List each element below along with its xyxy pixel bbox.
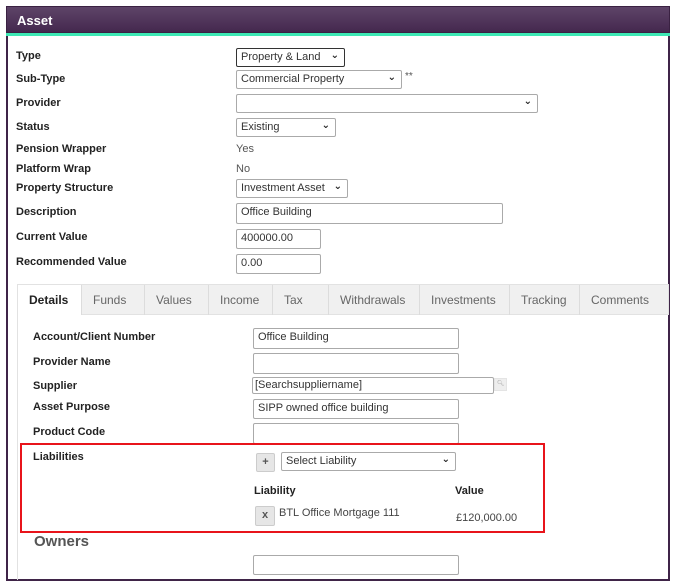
remove-liability-button[interactable]: x xyxy=(255,506,275,526)
sub-type-select-value: Commercial Property xyxy=(241,73,345,85)
tab-investments[interactable]: Investments xyxy=(420,285,510,315)
pension-wrapper-value: Yes xyxy=(236,143,254,155)
panel-header: Asset xyxy=(6,6,670,33)
tab-comments[interactable]: Comments xyxy=(580,285,664,315)
liabilities-label: Liabilities xyxy=(33,451,84,463)
sub-type-label: Sub-Type xyxy=(16,73,66,85)
status-label: Status xyxy=(16,121,50,133)
status-select-value: Existing xyxy=(241,121,280,133)
platform-wrap-value: No xyxy=(236,163,251,175)
tab-withdrawals[interactable]: Withdrawals xyxy=(329,285,420,315)
tab-values[interactable]: Values xyxy=(145,285,209,315)
tab-income[interactable]: Income xyxy=(209,285,273,315)
description-label: Description xyxy=(16,206,77,218)
supplier-input[interactable]: [Searchsuppliername] xyxy=(252,377,494,394)
product-code-input[interactable] xyxy=(253,423,459,444)
plus-icon: + xyxy=(262,456,269,468)
value-column-header: Value xyxy=(455,485,484,497)
account-client-number-input[interactable]: Office Building xyxy=(253,328,459,349)
liability-select-value: Select Liability xyxy=(286,455,357,467)
tab-bar: Details Funds Values Income Tax Withdraw… xyxy=(17,284,669,315)
owners-heading: Owners xyxy=(34,533,90,550)
search-icon: 🔍︎ xyxy=(496,381,505,387)
recommended-value-input-value: 0.00 xyxy=(241,257,263,269)
provider-label: Provider xyxy=(16,97,61,109)
chevron-down-icon: ⌄ xyxy=(333,181,342,192)
type-select[interactable]: Property & Land ⌄ xyxy=(236,48,345,67)
chevron-down-icon: ⌄ xyxy=(321,120,330,131)
platform-wrap-label: Platform Wrap xyxy=(16,163,91,175)
tab-funds[interactable]: Funds xyxy=(82,285,145,315)
tab-tax[interactable]: Tax xyxy=(273,285,329,315)
chevron-down-icon: ⌄ xyxy=(387,72,396,83)
asset-purpose-value: SIPP owned office building xyxy=(258,402,389,414)
required-marker: ** xyxy=(405,71,413,82)
asset-purpose-label: Asset Purpose xyxy=(33,401,111,413)
supplier-label: Supplier xyxy=(33,380,78,392)
sub-type-select[interactable]: Commercial Property ⌄ xyxy=(236,70,402,89)
tab-tracking[interactable]: Tracking xyxy=(510,285,580,315)
type-select-value: Property & Land xyxy=(241,51,321,63)
property-structure-label: Property Structure xyxy=(16,182,114,194)
asset-purpose-input[interactable]: SIPP owned office building xyxy=(253,399,459,419)
add-liability-button[interactable]: + xyxy=(256,453,275,472)
description-input-value: Office Building xyxy=(241,206,312,218)
account-client-number-label: Account/Client Number xyxy=(33,331,156,343)
panel-title: Asset xyxy=(17,13,53,28)
liability-name: BTL Office Mortgage 111 xyxy=(279,507,400,519)
type-label: Type xyxy=(16,50,41,62)
current-value-input[interactable]: 400000.00 xyxy=(236,229,321,249)
property-structure-select[interactable]: Investment Asset ⌄ xyxy=(236,179,348,198)
chevron-down-icon: ⌄ xyxy=(523,96,532,107)
header-accent-bar xyxy=(6,33,670,36)
tab-details[interactable]: Details xyxy=(18,285,82,315)
pension-wrapper-label: Pension Wrapper xyxy=(16,143,107,155)
provider-name-label: Provider Name xyxy=(33,356,111,368)
property-structure-select-value: Investment Asset xyxy=(241,182,325,194)
liability-column-header: Liability xyxy=(254,485,296,497)
current-value-label: Current Value xyxy=(16,231,88,243)
owners-input[interactable] xyxy=(253,555,459,575)
supplier-value: [Searchsuppliername] xyxy=(255,379,363,391)
liability-select[interactable]: Select Liability ⌄ xyxy=(281,452,456,471)
close-icon: x xyxy=(261,509,269,521)
chevron-down-icon: ⌄ xyxy=(441,454,450,465)
liability-value: £120,000.00 xyxy=(456,512,518,524)
chevron-down-icon: ⌄ xyxy=(330,50,339,61)
description-input[interactable]: Office Building xyxy=(236,203,503,224)
status-select[interactable]: Existing ⌄ xyxy=(236,118,336,137)
account-client-number-value: Office Building xyxy=(258,331,329,343)
provider-select[interactable]: ⌄ xyxy=(236,94,538,113)
provider-name-input[interactable] xyxy=(253,353,459,374)
product-code-label: Product Code xyxy=(33,426,106,438)
recommended-value-label: Recommended Value xyxy=(16,256,127,268)
supplier-search-button[interactable]: 🔍︎ xyxy=(494,378,507,391)
recommended-value-input[interactable]: 0.00 xyxy=(236,254,321,274)
current-value-input-value: 400000.00 xyxy=(241,232,293,244)
